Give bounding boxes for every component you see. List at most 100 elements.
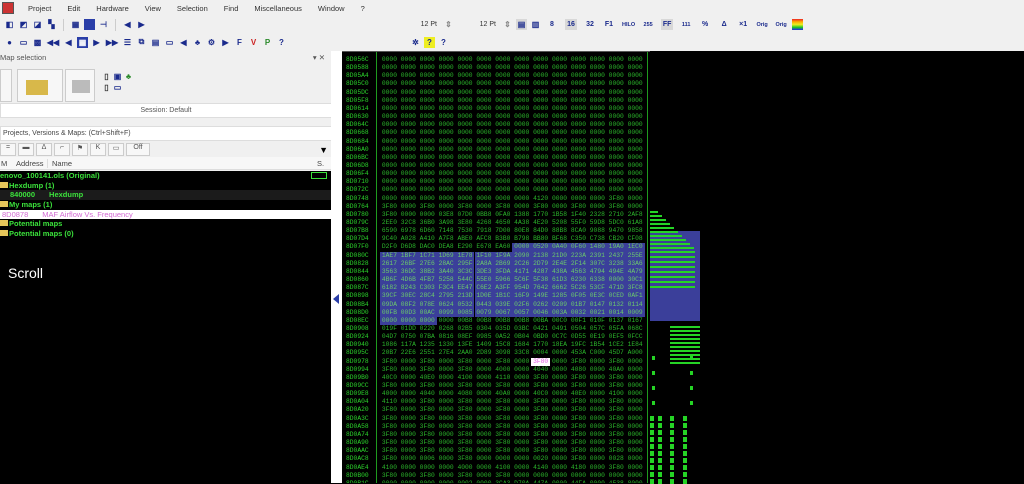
hex-word[interactable]: 0000 — [475, 121, 494, 129]
hex-word[interactable]: 3F80 — [456, 439, 475, 447]
map-tools-group[interactable]: ▯ ▣ ♣ ▯ ▭ — [101, 71, 143, 103]
hex-word[interactable]: 0000 — [550, 366, 569, 374]
hex-word[interactable]: 0000 — [437, 203, 456, 211]
hex-word[interactable]: 33A6 — [625, 259, 645, 268]
arrow-right-icon[interactable]: ▶ — [220, 37, 231, 48]
hex-word[interactable]: 0000 — [380, 72, 399, 80]
hex-word[interactable]: 1C71 — [417, 251, 437, 260]
hex-word[interactable]: 0000 — [588, 154, 607, 162]
hex-word[interactable]: 0000 — [437, 80, 456, 88]
hex-word[interactable]: 0BD0 — [531, 333, 550, 341]
hex-word[interactable]: 0000 — [550, 423, 569, 431]
hex-word[interactable]: 01B7 — [569, 300, 588, 309]
hex-word[interactable]: 0000 — [626, 439, 645, 447]
hex-word[interactable]: 00BA — [531, 317, 550, 325]
hex-word[interactable]: 0000 — [626, 178, 645, 186]
hex-word[interactable]: 0000 — [512, 195, 531, 203]
hex-word[interactable]: 0000 — [418, 80, 437, 88]
hex-word[interactable]: 0000 — [475, 178, 494, 186]
menu-hardware[interactable]: Hardware — [96, 4, 129, 13]
hex-word[interactable]: 0000 — [626, 390, 645, 398]
hex-word[interactable]: 4A38 — [512, 219, 531, 227]
hex-word[interactable]: 0000 — [550, 89, 569, 97]
hex-word[interactable]: 0000 — [607, 89, 626, 97]
hex-word[interactable]: 4040 — [418, 390, 437, 398]
hex-word[interactable]: 61A8 — [626, 219, 645, 227]
menu-find[interactable]: Find — [224, 4, 239, 13]
hex-word[interactable]: 0000 — [569, 121, 588, 129]
hex-word[interactable]: 3F80 — [493, 472, 512, 480]
hex-word[interactable]: 0000 — [512, 455, 531, 463]
hex-word[interactable]: 0000 — [399, 72, 418, 80]
hex-word[interactable]: 0000 — [380, 121, 399, 129]
hex-word[interactable]: 5DC0 — [607, 219, 626, 227]
hex-word[interactable]: 13FE — [456, 341, 475, 349]
hex-word[interactable]: 035D — [493, 325, 512, 333]
tree-row[interactable]: enovo_100141.ols (Original) — [0, 171, 331, 181]
hex-word[interactable]: 1D69 — [436, 251, 456, 260]
hex-word[interactable]: 0000 — [437, 366, 456, 374]
hex-word[interactable]: 0028 — [607, 455, 626, 463]
hex-word[interactable]: 00FB — [380, 308, 399, 317]
hex-word[interactable]: 0000 — [626, 89, 645, 97]
hex-word[interactable]: 0000 — [493, 97, 512, 105]
hex-word[interactable]: 2D79 — [531, 259, 551, 268]
hex-word[interactable]: 0000 — [531, 170, 550, 178]
hex-word[interactable]: A410 — [418, 235, 437, 243]
hex-word[interactable]: 0000 — [626, 56, 645, 64]
hex-word[interactable]: 3F80 — [418, 447, 437, 455]
hex-word[interactable]: 7D00 — [493, 227, 512, 235]
hex-word[interactable]: 2795 — [436, 292, 456, 301]
color-palette-icon[interactable] — [792, 19, 804, 30]
format-1-button[interactable]: 16 — [565, 19, 577, 30]
hex-word[interactable]: 3F80 — [418, 423, 437, 431]
hex-word[interactable]: 0000 — [550, 105, 569, 113]
hex-word[interactable]: 4100 — [493, 464, 512, 472]
hex-word[interactable]: 0000 — [626, 113, 645, 121]
hex-word[interactable]: 068C — [626, 325, 645, 333]
hex-word[interactable]: 3F80 — [380, 366, 399, 374]
filter-bracket-icon[interactable]: ⌐ — [54, 143, 70, 156]
hex-word[interactable]: 0000 — [550, 162, 569, 170]
hex-word[interactable]: 0000 — [399, 113, 418, 121]
hex-word[interactable]: 3F80 — [607, 195, 626, 203]
menu-project[interactable]: Project — [28, 4, 51, 13]
hex-word[interactable]: 0000 — [493, 129, 512, 137]
hex-word[interactable]: 53CF — [587, 284, 607, 293]
hex-word[interactable]: 0000 — [588, 423, 607, 431]
hex-word[interactable]: 2E4E — [550, 259, 569, 268]
hex-word[interactable]: 19A0 — [606, 243, 626, 252]
hardware-icon[interactable]: ▚ — [46, 19, 57, 30]
hex-word[interactable]: 0000 — [607, 472, 626, 480]
hex-word[interactable]: 3F80 — [607, 415, 626, 423]
hex-word[interactable]: 0000 — [493, 195, 512, 203]
hex-word[interactable]: 0000 — [550, 203, 569, 211]
hex-word[interactable]: 0000 — [399, 447, 418, 455]
hex-word[interactable]: 0000 — [626, 472, 645, 480]
hex-word[interactable]: 0000 — [569, 97, 588, 105]
hex-word[interactable]: 3F80 — [456, 472, 475, 480]
grid-icon[interactable]: ▦ — [70, 19, 81, 30]
hex-word[interactable]: 0000 — [493, 121, 512, 129]
hex-word[interactable]: 0262 — [531, 300, 551, 309]
hex-word[interactable]: 0000 — [512, 170, 531, 178]
hex-word[interactable]: 0624 — [436, 300, 456, 309]
hex-word[interactable]: 0000 — [475, 97, 494, 105]
hex-word[interactable]: 1EC0 — [625, 243, 645, 252]
hex-word[interactable]: 3F80 — [531, 382, 550, 390]
hex-word[interactable]: 0000 — [588, 146, 607, 154]
hex-word[interactable]: 08EF — [456, 333, 475, 341]
hex-word[interactable]: 0000 — [550, 195, 569, 203]
hex-word[interactable]: 0000 — [399, 415, 418, 423]
p-icon[interactable]: P — [262, 37, 273, 48]
hex-word[interactable]: 0000 — [437, 89, 456, 97]
hex-word[interactable]: 55E0 — [474, 276, 494, 285]
format-0-button[interactable]: 8 — [546, 19, 558, 30]
hex-word[interactable]: 0000 — [588, 178, 607, 186]
hex-word[interactable]: 0000 — [588, 186, 607, 194]
hex-word[interactable]: 0000 — [550, 390, 569, 398]
hex-word[interactable]: 3F80 — [569, 423, 588, 431]
hex-word[interactable]: 0000 — [569, 72, 588, 80]
hex-word[interactable]: 0000 — [588, 203, 607, 211]
hex-word[interactable]: 0000 — [512, 374, 531, 382]
